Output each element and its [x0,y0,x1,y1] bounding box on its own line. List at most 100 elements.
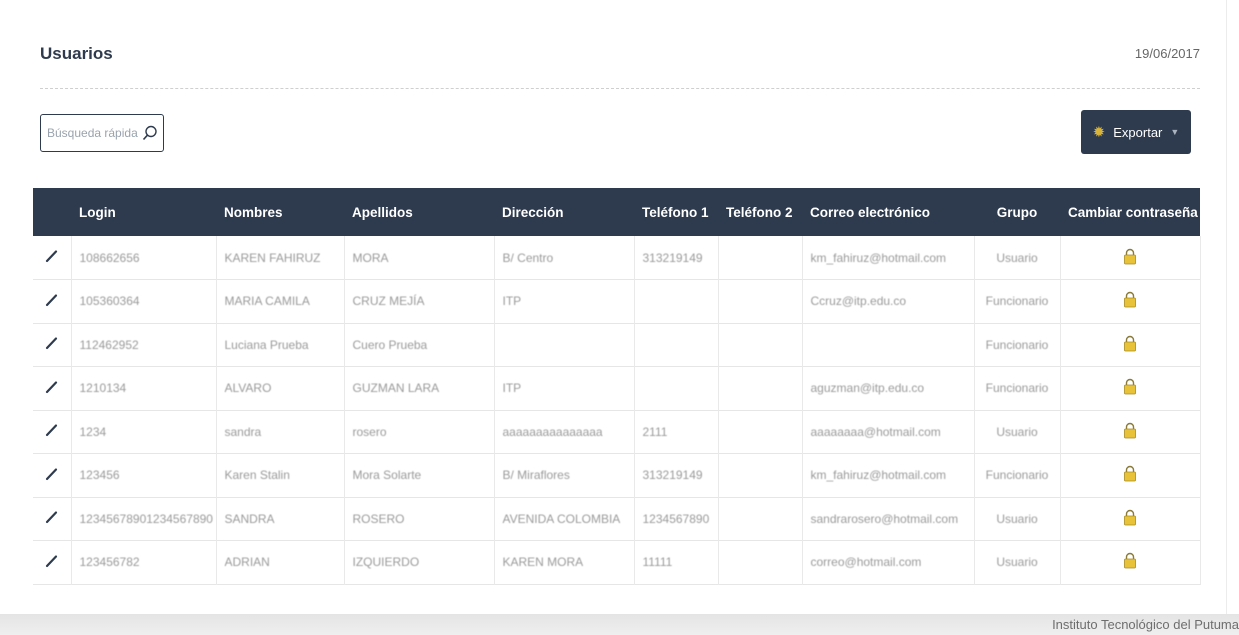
cell-telefono2 [718,366,803,410]
cell-grupo: Funcionario [974,279,1061,323]
cell-telefono2 [718,236,803,280]
lock-icon[interactable] [1123,335,1137,352]
cell-nombres: Karen Stalin [216,453,345,497]
cell-nombres: Luciana Prueba [216,323,345,367]
col-header-grupo[interactable]: Grupo [974,188,1060,236]
cell-login: 112462952 [71,323,217,367]
edit-cell [33,497,72,541]
caret-down-icon: ▼ [1170,127,1180,137]
cell-apellidos: GUZMAN LARA [344,366,495,410]
pencil-icon[interactable] [45,336,59,350]
cell-telefono2 [718,540,803,584]
pencil-icon[interactable] [45,554,59,568]
pencil-icon[interactable] [45,249,59,263]
pencil-icon[interactable] [45,380,59,394]
search-input[interactable] [47,126,141,140]
table-header-row: Login Nombres Apellidos Dirección Teléfo… [33,188,1200,236]
cell-apellidos: IZQUIERDO [344,540,495,584]
col-header-login[interactable]: Login [71,188,216,236]
cell-correo: correo@hotmail.com [802,540,975,584]
cell-apellidos: rosero [344,410,495,454]
col-header-direccion[interactable]: Dirección [494,188,634,236]
cell-grupo: Funcionario [974,323,1061,367]
change-password-cell [1060,366,1201,410]
table-row: 12345678901234567890 SANDRA ROSERO AVENIDA … [33,497,1201,541]
cell-direccion: ITP [494,366,635,410]
cell-telefono2 [718,279,803,323]
lock-icon[interactable] [1123,552,1137,569]
col-header-telefono2[interactable]: Teléfono 2 [718,188,802,236]
change-password-cell [1060,236,1201,280]
cell-nombres: SANDRA [216,497,345,541]
change-password-cell [1060,540,1201,584]
lock-icon[interactable] [1123,465,1137,482]
cell-telefono1 [634,366,719,410]
cell-direccion: AVENIDA COLOMBIA [494,497,635,541]
cell-telefono1: 313219149 [634,236,719,280]
cell-telefono1: 1234567890 [634,497,719,541]
export-button[interactable]: ✹ Exportar ▼ [1081,110,1191,154]
change-password-cell [1060,453,1201,497]
cell-telefono1: 11111 [634,540,719,584]
pencil-icon[interactable] [45,293,59,307]
col-header-telefono1[interactable]: Teléfono 1 [634,188,718,236]
col-header-edit [33,188,71,236]
cell-nombres: MARIA CAMILA [216,279,345,323]
change-password-cell [1060,497,1201,541]
cell-grupo: Usuario [974,410,1061,454]
cell-apellidos: MORA [344,236,495,280]
cell-apellidos: Cuero Prueba [344,323,495,367]
cell-grupo: Funcionario [974,366,1061,410]
cell-correo: aguzman@itp.edu.co [802,366,975,410]
cell-direccion [494,323,635,367]
quick-search-box[interactable] [40,114,164,152]
cell-correo: sandrarosero@hotmail.com [802,497,975,541]
table-row: 1234 sandra rosero aaaaaaaaaaaaaaa 2111 aaaaa… [33,410,1201,454]
footer-text: Instituto Tecnológico del Putuma [1052,617,1239,632]
cell-grupo: Usuario [974,540,1061,584]
change-password-cell [1060,323,1201,367]
table-row: 108662656 KAREN FAHIRUZ MORA B/ Centro 31321… [33,236,1201,280]
lock-icon[interactable] [1123,291,1137,308]
cell-login: 123456782 [71,540,217,584]
edit-cell [33,410,72,454]
cell-direccion: aaaaaaaaaaaaaaa [494,410,635,454]
cell-nombres: sandra [216,410,345,454]
col-header-nombres[interactable]: Nombres [216,188,344,236]
cell-grupo: Usuario [974,236,1061,280]
cell-login: 105360364 [71,279,217,323]
cell-login: 123456 [71,453,217,497]
cell-nombres: ADRIAN [216,540,345,584]
search-icon[interactable] [141,124,159,142]
cell-direccion: ITP [494,279,635,323]
export-label: Exportar [1113,124,1163,140]
scroll-divider [1226,0,1227,614]
cell-apellidos: ROSERO [344,497,495,541]
cell-telefono2 [718,410,803,454]
edit-cell [33,366,72,410]
cell-login: 1234 [71,410,217,454]
table-row: 123456782 ADRIAN IZQUIERDO KAREN MORA 11111 c… [33,540,1201,584]
cell-nombres: ALVARO [216,366,345,410]
cell-direccion: KAREN MORA [494,540,635,584]
edit-cell [33,323,72,367]
pencil-icon[interactable] [45,467,59,481]
cell-telefono1: 313219149 [634,453,719,497]
col-header-apellidos[interactable]: Apellidos [344,188,494,236]
lock-icon[interactable] [1123,509,1137,526]
cell-apellidos: CRUZ MEJÍA [344,279,495,323]
cell-direccion: B/ Centro [494,236,635,280]
pencil-icon[interactable] [45,423,59,437]
cell-telefono2 [718,323,803,367]
col-header-correo[interactable]: Correo electrónico [802,188,974,236]
table-row: 123456 Karen Stalin Mora Solarte B/ Miraflo… [33,453,1201,497]
pencil-icon[interactable] [45,510,59,524]
lock-icon[interactable] [1123,422,1137,439]
cell-telefono1 [634,279,719,323]
cell-telefono2 [718,453,803,497]
cell-correo: Ccruz@itp.edu.co [802,279,975,323]
cell-login: 108662656 [71,236,217,280]
lock-icon[interactable] [1123,378,1137,395]
lock-icon[interactable] [1123,248,1137,265]
gear-icon: ✹ [1092,123,1106,141]
